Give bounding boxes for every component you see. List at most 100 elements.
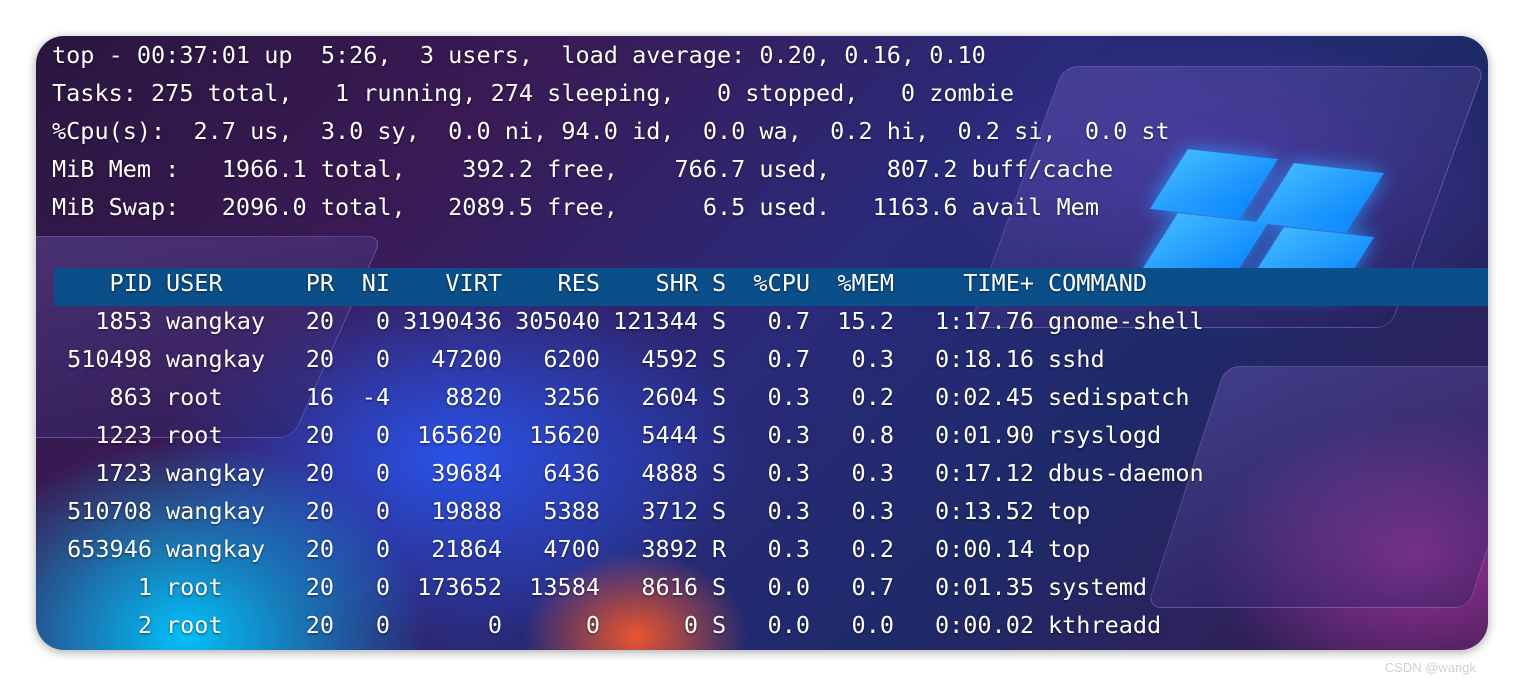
cell-pr: 20 — [305, 459, 334, 487]
cell-time: 0:01.90 — [934, 421, 1034, 449]
cell-shr: 3712 — [641, 497, 698, 525]
cell-shr: 5444 — [641, 421, 698, 449]
cell-mem: 0.2 — [851, 535, 894, 563]
cell-res: 4700 — [543, 535, 600, 563]
table-row: 1853 wangkay 20 0 3190436 305040 121344 S 0.7 15.… — [36, 302, 1488, 340]
top-output: top - 00:37:01 up 5:26, 3 users, load av… — [36, 36, 1488, 650]
cell-pr: PR — [305, 269, 334, 297]
cell-ni: -4 — [361, 383, 390, 411]
table-row: 510708 wangkay 20 0 19888 5388 3712 S 0.3 0.3 0:13… — [36, 492, 1488, 530]
cell-user: wangkay — [166, 459, 266, 487]
cell-ni: 0 — [375, 497, 390, 525]
table-row: 1223 root 20 0 165620 15620 5444 S 0.3 0.8 0:01.90… — [36, 416, 1488, 454]
cell-res: 13584 — [529, 573, 600, 601]
cell-shr: 8616 — [641, 573, 698, 601]
cell-virt: 21864 — [431, 535, 502, 563]
cell-command: sshd — [1048, 345, 1105, 373]
cell-time: 0:02.45 — [934, 383, 1034, 411]
cell-s: S — [712, 573, 727, 601]
cell-command: COMMAND — [1048, 269, 1148, 297]
cell-mem: 0.8 — [851, 421, 894, 449]
cell-command: dbus-daemon — [1048, 459, 1204, 487]
cell-pid: 1223 — [95, 421, 152, 449]
cell-pid: 1 — [137, 573, 152, 601]
cell-user: root — [166, 611, 223, 639]
cell-user: wangkay — [166, 345, 266, 373]
cell-pr: 20 — [305, 421, 334, 449]
cell-pid: 2 — [137, 611, 152, 639]
cell-s: R — [712, 535, 727, 563]
uptime-line: top - 00:37:01 up 5:26, 3 users, load av… — [52, 41, 986, 69]
cell-shr: 4888 — [641, 459, 698, 487]
cell-s: S — [712, 611, 727, 639]
table-row: 863 root 16 -4 8820 3256 2604 S 0.3 0.2 0:02.45 sed… — [36, 378, 1488, 416]
cell-time: 0:17.12 — [934, 459, 1034, 487]
cell-cpu: %CPU — [753, 269, 810, 297]
cell-pid: 863 — [109, 383, 152, 411]
cell-s: S — [712, 383, 727, 411]
cell-cpu: 0.3 — [767, 535, 810, 563]
table-row: 1723 wangkay 20 0 39684 6436 4888 S 0.3 0.3 0:17.1… — [36, 454, 1488, 492]
cell-mem: %MEM — [837, 269, 894, 297]
cell-pr: 20 — [305, 345, 334, 373]
table-row: 1 root 20 0 173652 13584 8616 S 0.0 0.7 0:01.35 sys… — [36, 568, 1488, 606]
cell-cpu: 0.7 — [767, 307, 810, 335]
cell-cpu: 0.7 — [767, 345, 810, 373]
cell-user: root — [166, 573, 223, 601]
cell-virt: 3190436 — [402, 307, 502, 335]
cell-shr: 4592 — [641, 345, 698, 373]
cell-shr: 121344 — [613, 307, 698, 335]
cell-virt: 8820 — [445, 383, 502, 411]
cell-pr: 20 — [305, 497, 334, 525]
cell-pid: 653946 — [67, 535, 152, 563]
cell-cpu: 0.3 — [767, 497, 810, 525]
cell-mem: 0.0 — [851, 611, 894, 639]
mem-line: MiB Mem : 1966.1 total, 392.2 free, 766.… — [52, 155, 1114, 183]
cell-virt: 0 — [487, 611, 502, 639]
cell-res: 6200 — [543, 345, 600, 373]
cell-user: root — [166, 421, 223, 449]
cell-virt: 39684 — [431, 459, 502, 487]
cell-shr: 2604 — [641, 383, 698, 411]
cell-virt: VIRT — [445, 269, 502, 297]
cell-shr: 3892 — [641, 535, 698, 563]
cell-pr: 20 — [305, 611, 334, 639]
cell-time: 0:18.16 — [934, 345, 1034, 373]
cell-ni: NI — [361, 269, 390, 297]
cell-time: 0:00.14 — [934, 535, 1034, 563]
table-row: 510498 wangkay 20 0 47200 6200 4592 S 0.7 0.3 0:18… — [36, 340, 1488, 378]
cell-command: sedispatch — [1048, 383, 1190, 411]
cell-command: rsyslogd — [1048, 421, 1162, 449]
cell-virt: 47200 — [431, 345, 502, 373]
cpu-line: %Cpu(s): 2.7 us, 3.0 sy, 0.0 ni, 94.0 id… — [52, 117, 1170, 145]
cell-res: 3256 — [543, 383, 600, 411]
cell-res: 305040 — [515, 307, 600, 335]
cell-s: S — [712, 269, 727, 297]
cell-pid: PID — [109, 269, 152, 297]
cell-command: kthreadd — [1048, 611, 1162, 639]
table-row: 2 root 20 0 0 0 0 S 0.0 0.0 0:00.02 kthreadd — [36, 606, 1488, 644]
cell-time: TIME+ — [963, 269, 1034, 297]
cell-cpu: 0.0 — [767, 573, 810, 601]
cell-pr: 20 — [305, 535, 334, 563]
cell-res: 5388 — [543, 497, 600, 525]
cell-cpu: 0.0 — [767, 611, 810, 639]
cell-ni: 0 — [375, 573, 390, 601]
cell-mem: 0.7 — [851, 573, 894, 601]
watermark: CSDN @wangk — [1384, 660, 1476, 675]
cell-pr: 20 — [305, 573, 334, 601]
cell-s: S — [712, 421, 727, 449]
cell-mem: 0.3 — [851, 345, 894, 373]
cell-user: root — [166, 383, 223, 411]
cell-time: 0:01.35 — [934, 573, 1034, 601]
table-row: 653946 wangkay 20 0 21864 4700 3892 R 0.3 0.2 0:00… — [36, 530, 1488, 568]
cell-ni: 0 — [375, 611, 390, 639]
cell-res: 0 — [585, 611, 600, 639]
table-header-row: PID USER PR NI VIRT RES SHR S %CPU %MEM TIME+ COMMA… — [36, 264, 1488, 302]
cell-command: gnome-shell — [1048, 307, 1204, 335]
cell-virt: 19888 — [431, 497, 502, 525]
cell-shr: SHR — [655, 269, 698, 297]
cell-pid: 1853 — [95, 307, 152, 335]
cell-res: RES — [557, 269, 600, 297]
cell-mem: 0.3 — [851, 497, 894, 525]
